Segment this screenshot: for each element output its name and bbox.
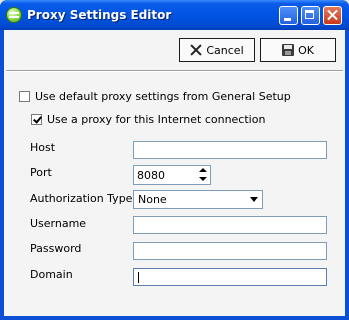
domain-field[interactable] (133, 268, 327, 286)
port-spinner[interactable] (133, 165, 211, 185)
username-field[interactable] (133, 216, 327, 234)
authorization-type-select[interactable]: None (133, 190, 263, 209)
password-label: Password (30, 242, 82, 255)
use-default-proxy-checkbox[interactable] (19, 91, 30, 102)
ok-button[interactable]: OK (260, 38, 336, 62)
dropdown-arrow-icon[interactable] (246, 191, 262, 208)
x-icon (190, 44, 202, 56)
spin-up-icon[interactable] (196, 166, 210, 175)
ok-button-label: OK (298, 43, 314, 57)
separator (6, 70, 343, 72)
authorization-type-value: None (138, 193, 167, 206)
host-field[interactable] (133, 141, 327, 159)
use-proxy-label: Use a proxy for this Internet connection (47, 113, 266, 126)
cancel-button[interactable]: Cancel (179, 38, 255, 62)
password-field[interactable] (133, 242, 327, 260)
use-default-proxy-option[interactable]: Use default proxy settings from General … (19, 90, 291, 103)
port-field[interactable] (134, 166, 194, 184)
minimize-button[interactable] (279, 6, 298, 25)
use-proxy-checkbox[interactable] (31, 114, 42, 125)
use-default-proxy-label: Use default proxy settings from General … (35, 90, 291, 103)
spin-down-icon[interactable] (196, 175, 210, 184)
app-icon (6, 7, 22, 23)
host-label: Host (30, 141, 56, 154)
authorization-type-label: Authorization Type (30, 192, 133, 205)
domain-label: Domain (30, 268, 73, 281)
text-caret (138, 272, 139, 283)
port-label: Port (30, 166, 52, 179)
cancel-button-label: Cancel (206, 43, 244, 57)
title-bar[interactable]: Proxy Settings Editor (0, 0, 349, 30)
close-button[interactable] (323, 6, 342, 25)
save-disk-icon (282, 44, 295, 56)
use-proxy-option[interactable]: Use a proxy for this Internet connection (31, 113, 265, 126)
dialog-body: Cancel OK Use default proxy settings fro… (4, 30, 345, 316)
proxy-settings-window: Proxy Settings Editor Cancel OK Use defa… (0, 0, 349, 320)
username-label: Username (30, 217, 87, 230)
maximize-button[interactable] (301, 6, 320, 25)
window-title: Proxy Settings Editor (27, 8, 172, 22)
